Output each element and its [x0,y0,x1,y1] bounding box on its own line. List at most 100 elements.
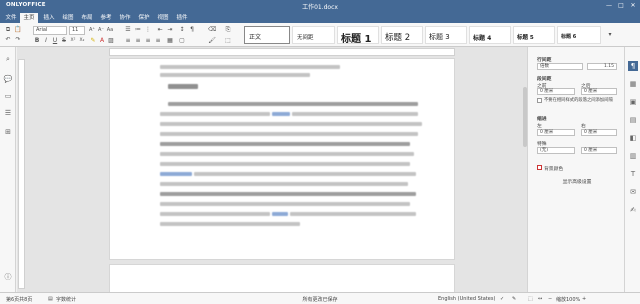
minimize-button[interactable]: — [603,1,615,11]
tab-references[interactable]: 参考 [98,13,114,23]
highlight-icon[interactable]: ✎ [89,37,97,45]
special-indent-select[interactable]: (无) [537,147,575,154]
mail-merge-icon[interactable]: ✉ [628,187,638,197]
document-canvas[interactable] [17,47,527,294]
font-color-icon[interactable]: A [98,37,106,45]
horizontal-ruler[interactable] [109,48,455,56]
indent-right-input[interactable]: 0 厘米 [581,129,617,136]
document-page[interactable] [109,58,455,260]
chart-settings-icon[interactable]: ▥ [628,151,638,161]
advanced-settings-link[interactable]: 显示高级设置 [537,179,617,187]
style-heading-3[interactable]: 标题 3 [425,26,467,44]
zoom-out-icon[interactable]: − [548,296,552,302]
copy-icon[interactable]: ⧉ [4,26,12,34]
tab-view[interactable]: 视图 [155,13,171,23]
redo-icon[interactable]: ↷ [14,36,22,44]
paste-icon[interactable]: 📋 [14,26,22,34]
fit-page-icon[interactable]: ⬚ [528,296,533,302]
style-heading-1[interactable]: 标题 1 [337,26,379,44]
multilevel-list-icon[interactable]: ⋮ [144,26,152,34]
special-indent-input[interactable]: 0 厘米 [581,147,617,154]
language-select[interactable]: English (United States) [438,296,495,302]
select-all-icon[interactable]: ⬚ [224,37,232,45]
shape-settings-icon[interactable]: ◧ [628,133,638,143]
subscript-button[interactable]: X₂ [78,37,86,45]
style-heading-4[interactable]: 标题 4 [469,26,511,44]
justify-icon[interactable]: ≡ [154,37,162,45]
style-normal[interactable]: 正文 [244,26,290,44]
italic-button[interactable]: I [42,37,50,45]
maximize-button[interactable]: □ [615,1,627,11]
bullet-list-icon[interactable]: ☰ [124,26,132,34]
shading-icon[interactable]: ▦ [166,37,174,45]
spacing-before-input[interactable]: 0 厘米 [537,88,575,95]
decrease-indent-icon[interactable]: ⇤ [156,26,164,34]
tab-home[interactable]: 主页 [20,13,38,23]
feedback-icon[interactable]: ⓘ [3,272,13,282]
tab-insert[interactable]: 插入 [41,13,57,23]
font-size-up-button[interactable]: A⁺ [88,26,96,34]
paste-special-icon[interactable]: ⎘ [224,26,232,34]
increase-indent-icon[interactable]: ⇥ [166,26,174,34]
align-right-icon[interactable]: ≡ [144,37,152,45]
strikethrough-button[interactable]: S [60,37,68,45]
tab-collaborate[interactable]: 协作 [117,13,133,23]
tab-layout[interactable]: 布局 [79,13,95,23]
indent-left-input[interactable]: 0 厘米 [537,129,575,136]
header-footer-icon[interactable]: ▤ [628,115,638,125]
styles-expand-button[interactable]: ▾ [606,31,614,39]
style-no-spacing[interactable]: 无间距 [292,26,335,44]
fit-width-icon[interactable]: ↔ [538,296,542,302]
underline-button[interactable]: U [51,37,59,45]
tab-plugins[interactable]: 插件 [174,13,190,23]
copy-style-icon[interactable]: 🖌 [208,37,216,45]
paragraph-shading-icon[interactable]: ▨ [107,37,115,45]
image-settings-icon[interactable]: ▣ [628,97,638,107]
superscript-button[interactable]: X² [69,37,77,45]
chat-icon[interactable]: ▭ [3,91,13,101]
close-button[interactable]: ✕ [627,1,639,11]
line-spacing-type-select[interactable]: 倍数 [537,63,583,70]
background-color-swatch[interactable] [537,165,542,170]
plugin-icon[interactable]: ⊞ [3,127,13,137]
link-text[interactable] [272,112,290,116]
text-line [160,122,422,126]
paragraph-settings-icon[interactable]: ¶ [628,61,638,71]
navigation-icon[interactable]: ☰ [3,108,13,118]
undo-icon[interactable]: ↶ [4,36,12,44]
style-heading-6[interactable]: 标题 6 [557,26,601,44]
text-art-icon[interactable]: T [628,169,638,179]
font-name-select[interactable]: Arial [33,26,67,35]
tab-draw[interactable]: 绘图 [60,13,76,23]
style-heading-5[interactable]: 标题 5 [513,26,555,44]
clear-style-icon[interactable]: ⌫ [208,26,216,34]
vertical-ruler[interactable] [18,59,25,289]
align-left-icon[interactable]: ≡ [124,37,132,45]
numbered-list-icon[interactable]: ≔ [134,26,142,34]
link-text[interactable] [272,212,288,216]
font-size-select[interactable]: 11 [69,26,85,35]
link-text[interactable] [160,172,192,176]
table-settings-icon[interactable]: ▦ [628,79,638,89]
align-center-icon[interactable]: ≡ [134,37,142,45]
tab-file[interactable]: 文件 [3,13,19,23]
comments-icon[interactable]: 💬 [3,74,13,84]
search-icon[interactable]: ⌕ [3,54,13,64]
zoom-level[interactable]: 缩放100% [556,296,580,303]
borders-icon[interactable]: ▢ [178,37,186,45]
line-spacing-icon[interactable]: ↕ [178,26,186,34]
signature-icon[interactable]: ✍ [628,205,638,215]
font-size-down-button[interactable]: A⁻ [97,26,105,34]
next-page[interactable] [109,264,455,294]
no-space-checkbox[interactable] [537,98,542,103]
spellcheck-icon[interactable]: ✓ [500,296,504,302]
track-changes-icon[interactable]: ✎ [512,296,516,302]
zoom-in-icon[interactable]: + [582,296,586,302]
change-case-button[interactable]: Aa [106,26,114,34]
line-spacing-value-input[interactable]: 1.15 [587,63,617,70]
bold-button[interactable]: B [33,37,41,45]
tab-protect[interactable]: 保护 [136,13,152,23]
nonprinting-chars-button[interactable]: ¶ [188,26,196,34]
spacing-after-input[interactable]: 0 厘米 [581,88,617,95]
style-heading-2[interactable]: 标题 2 [381,26,423,44]
